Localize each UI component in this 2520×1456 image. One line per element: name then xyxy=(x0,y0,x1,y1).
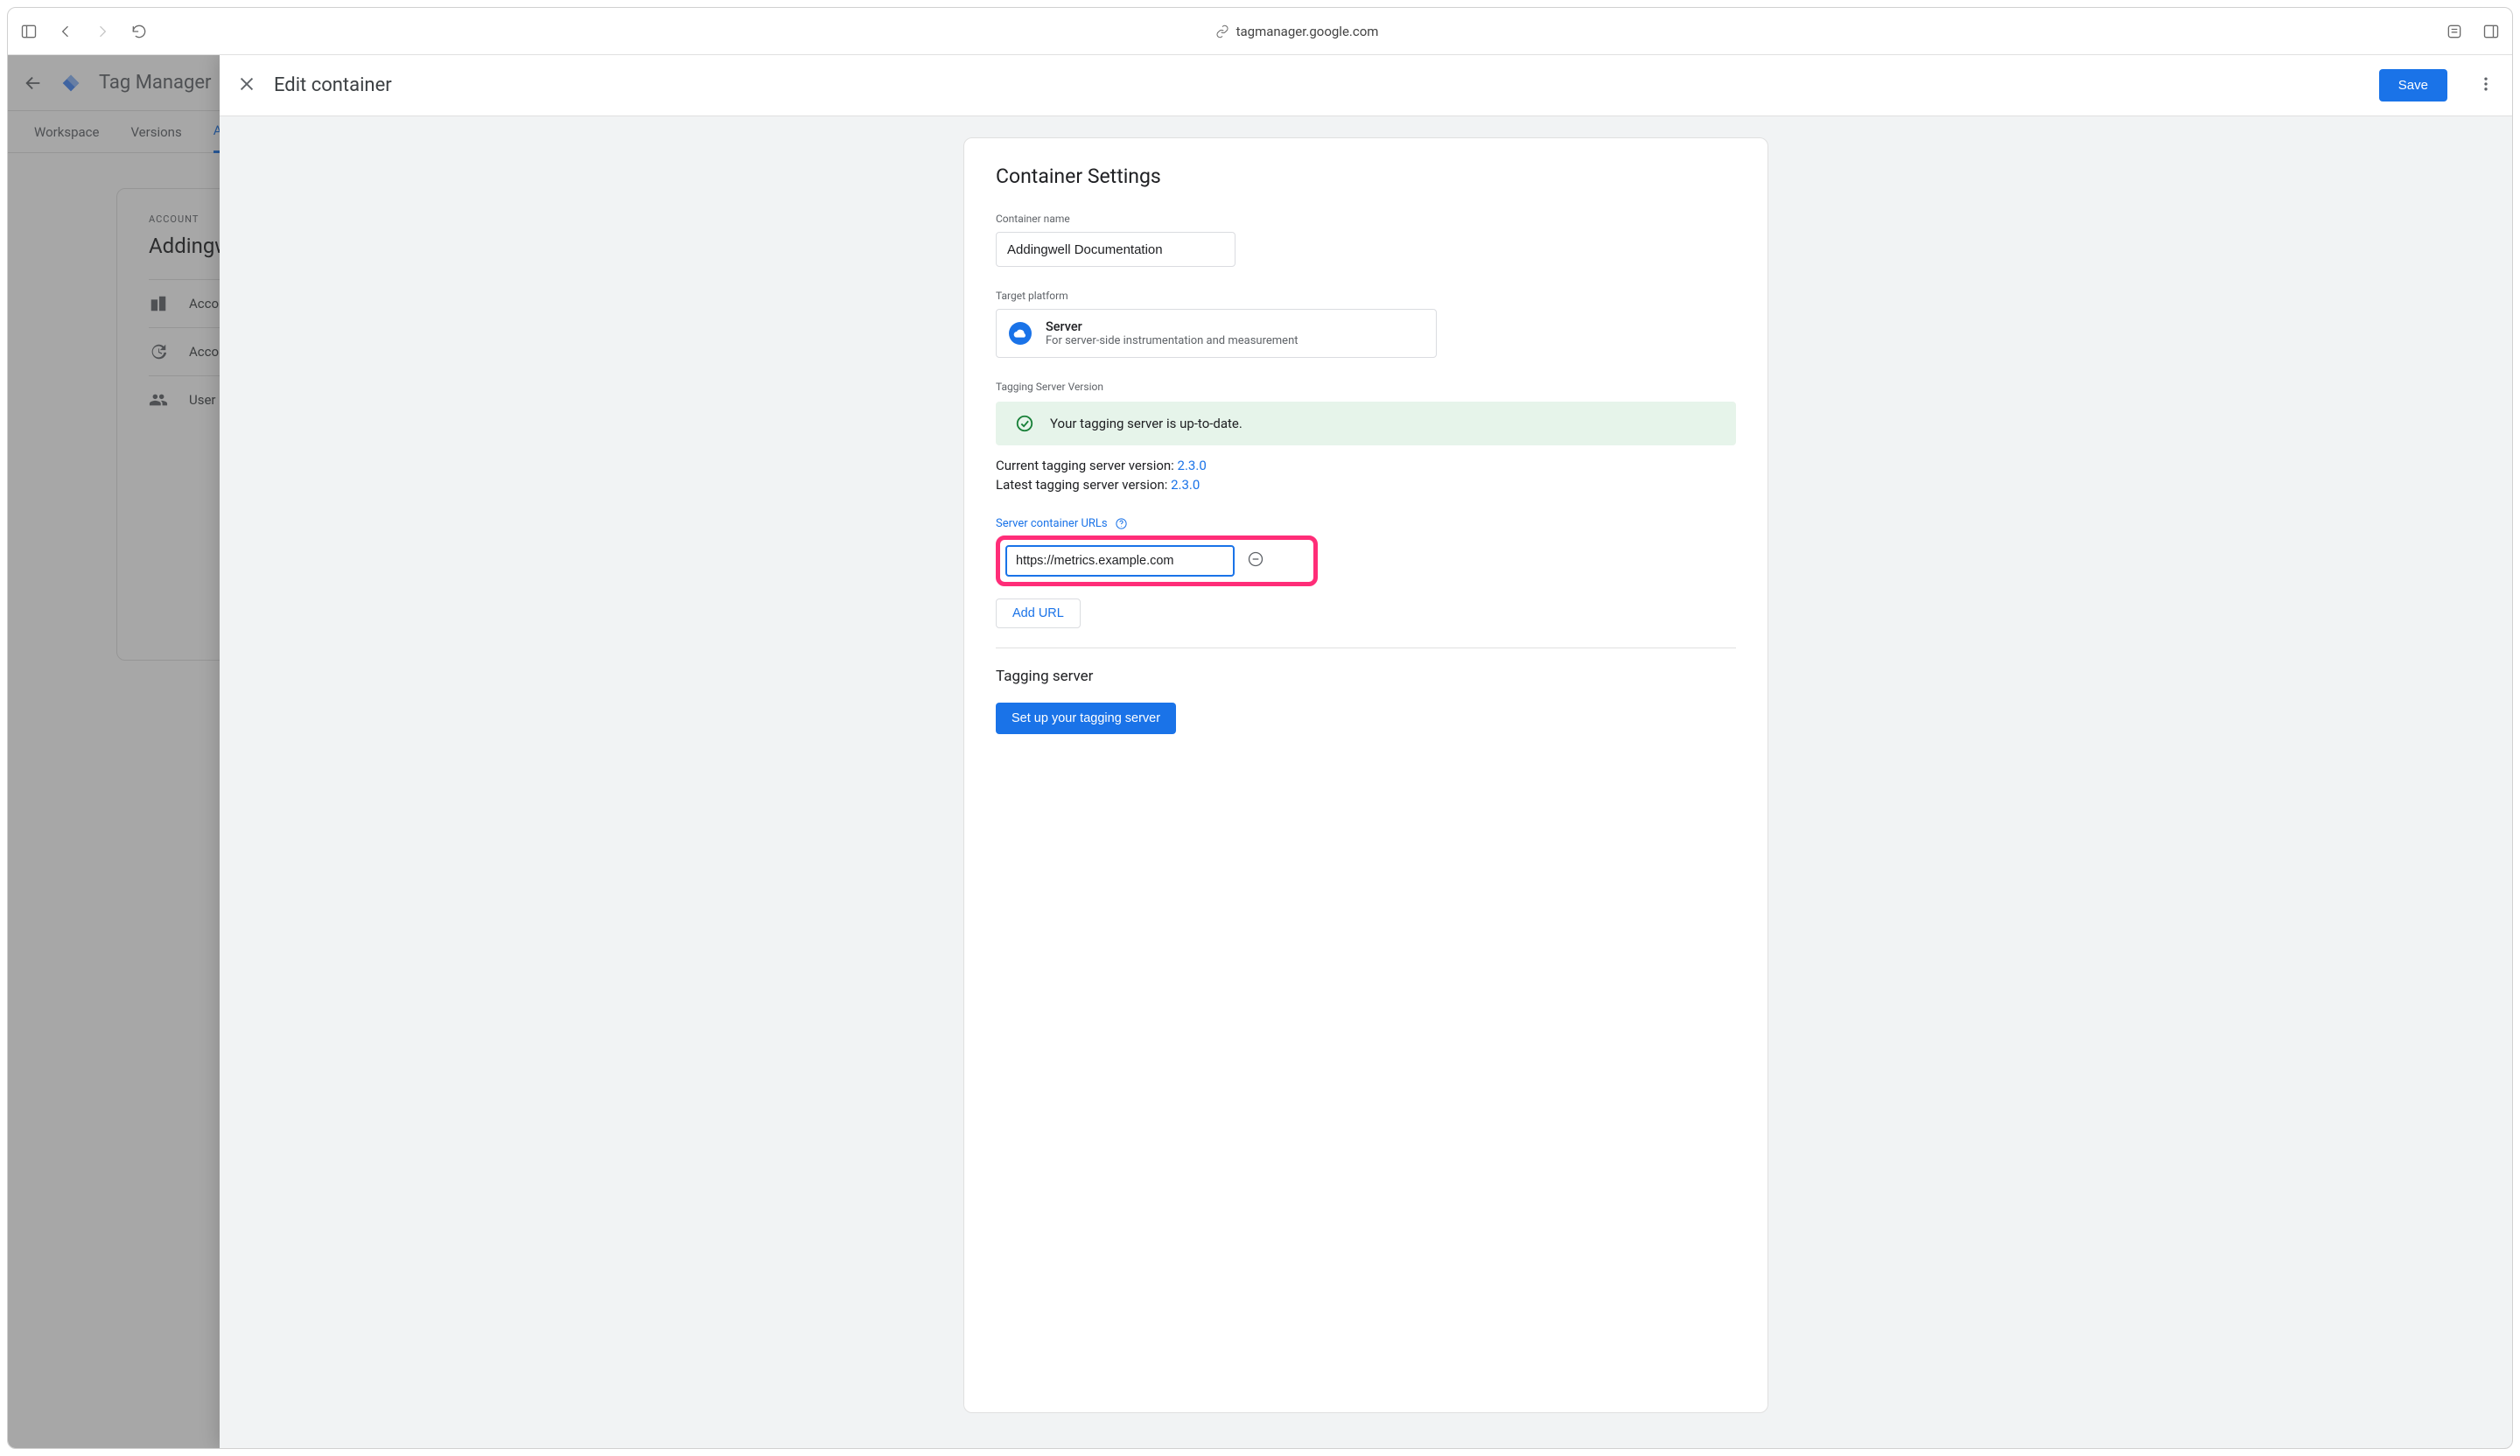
save-button[interactable]: Save xyxy=(2379,69,2447,102)
panel-toggle-icon[interactable] xyxy=(2482,23,2500,40)
status-text: Your tagging server is up-to-date. xyxy=(1050,416,1242,431)
server-urls-label[interactable]: Server container URLs xyxy=(996,517,1736,530)
container-settings-card: Container Settings Container name Target… xyxy=(963,137,1768,1413)
address-bar[interactable]: tagmanager.google.com xyxy=(167,24,2426,39)
remove-url-icon[interactable] xyxy=(1247,550,1264,571)
help-icon[interactable] xyxy=(1115,517,1128,530)
tagging-version-label: Tagging Server Version xyxy=(996,381,1736,393)
server-url-input[interactable] xyxy=(1005,545,1235,577)
container-name-input[interactable] xyxy=(996,232,1236,267)
reload-icon[interactable] xyxy=(130,23,148,40)
target-platform-box: Server For server-side instrumentation a… xyxy=(996,309,1437,358)
more-menu-icon[interactable] xyxy=(2477,75,2495,96)
url-input-highlight xyxy=(996,536,1318,586)
current-version-line: Current tagging server version: 2.3.0 xyxy=(996,458,1736,473)
sidebar-toggle-icon[interactable] xyxy=(20,23,38,40)
url-text: tagmanager.google.com xyxy=(1236,24,1379,39)
latest-version-link[interactable]: 2.3.0 xyxy=(1171,477,1200,493)
lock-link-icon xyxy=(1215,24,1229,38)
stack-icon[interactable] xyxy=(2446,23,2463,40)
target-platform-label: Target platform xyxy=(996,290,1736,302)
platform-desc: For server-side instrumentation and meas… xyxy=(1046,334,1298,347)
latest-version-line: Latest tagging server version: 2.3.0 xyxy=(996,477,1736,493)
add-url-button[interactable]: Add URL xyxy=(996,598,1081,628)
setup-tagging-server-button[interactable]: Set up your tagging server xyxy=(996,703,1176,734)
edit-container-panel: Edit container Save Container Settings C… xyxy=(220,55,2512,1448)
panel-title: Edit container xyxy=(274,74,2362,96)
current-version-link[interactable]: 2.3.0 xyxy=(1178,458,1207,473)
container-name-label: Container name xyxy=(996,213,1736,225)
tagging-server-heading: Tagging server xyxy=(996,668,1736,685)
status-banner: Your tagging server is up-to-date. xyxy=(996,402,1736,445)
platform-name: Server xyxy=(1046,319,1298,334)
browser-toolbar: tagmanager.google.com xyxy=(8,8,2512,55)
close-icon[interactable] xyxy=(237,74,256,97)
nav-back-icon[interactable] xyxy=(57,23,74,40)
nav-forward-icon[interactable] xyxy=(94,23,111,40)
cloud-icon xyxy=(1009,322,1032,345)
settings-heading: Container Settings xyxy=(996,164,1736,188)
checkmark-circle-icon xyxy=(1015,414,1034,433)
